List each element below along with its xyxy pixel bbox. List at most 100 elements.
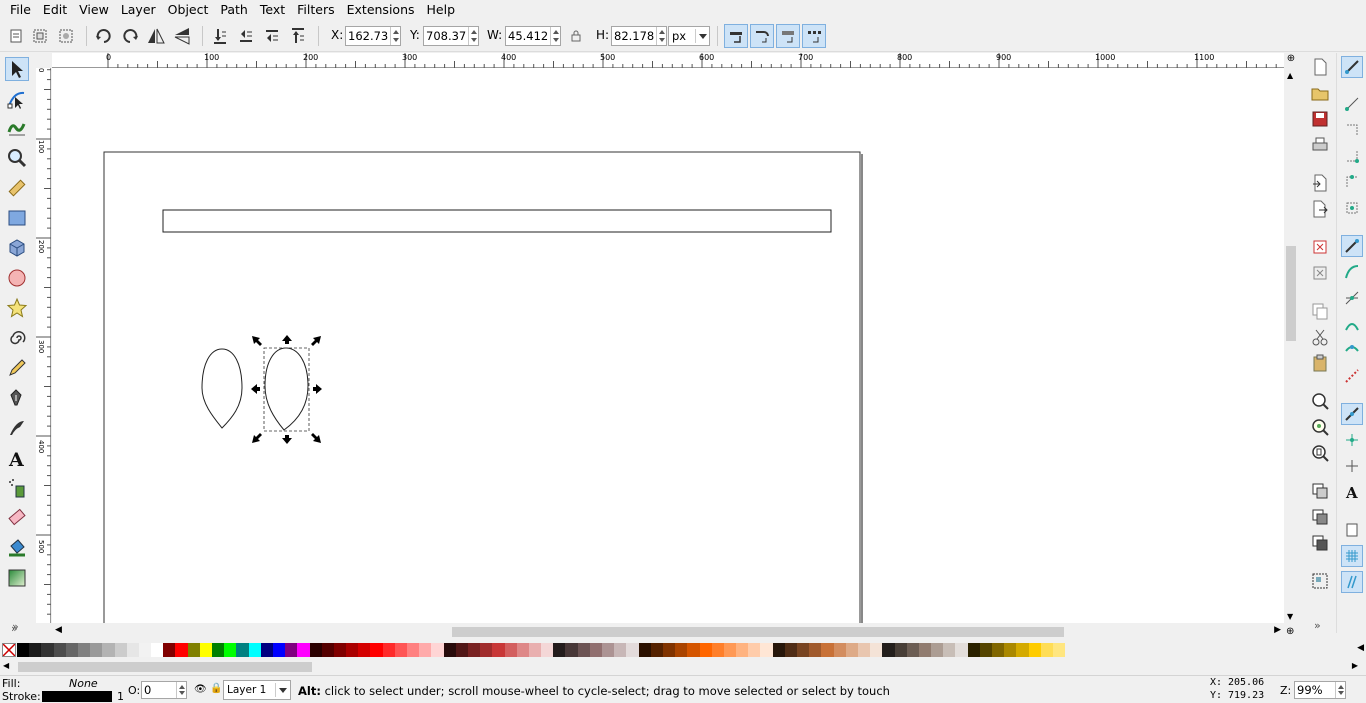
zoom-corner-icon[interactable]: ⊕ [1284, 53, 1298, 68]
deselect-button[interactable] [56, 26, 76, 46]
color-swatch[interactable] [431, 643, 444, 657]
scroll-right-icon[interactable]: ▶ [1274, 625, 1281, 635]
move-patterns-toggle[interactable] [802, 24, 826, 48]
color-swatch[interactable] [297, 643, 310, 657]
fill-value[interactable]: None [69, 677, 98, 690]
palette-scroll-right-icon[interactable]: ▶ [1352, 661, 1358, 670]
text-tool[interactable]: A [5, 446, 29, 470]
color-swatch[interactable] [1004, 643, 1017, 657]
color-swatch[interactable] [943, 643, 956, 657]
color-swatch[interactable] [346, 643, 359, 657]
color-swatch[interactable] [1016, 643, 1029, 657]
color-swatch[interactable] [553, 643, 566, 657]
color-swatch[interactable] [589, 643, 602, 657]
spiral-tool[interactable] [5, 326, 29, 350]
opacity-stepper[interactable] [176, 682, 186, 698]
lower-icon[interactable] [236, 26, 256, 46]
color-swatch[interactable] [760, 643, 773, 657]
commands-expand-icon[interactable]: » [1314, 619, 1321, 632]
color-swatch[interactable] [565, 643, 578, 657]
color-swatch[interactable] [931, 643, 944, 657]
palette-scroll-thumb[interactable] [18, 662, 312, 672]
scroll-up-icon[interactable]: ▲ [1287, 71, 1293, 80]
expand-icon[interactable]: » [12, 620, 19, 633]
color-swatch[interactable] [65, 643, 78, 657]
rectangle-tool[interactable] [5, 206, 29, 230]
color-swatch[interactable] [967, 643, 980, 657]
color-swatch[interactable] [650, 643, 663, 657]
color-swatch[interactable] [687, 643, 700, 657]
snap-page-border-icon[interactable] [1341, 519, 1363, 541]
color-swatch[interactable] [407, 643, 420, 657]
menu-help[interactable]: Help [421, 0, 462, 20]
color-swatch[interactable] [626, 643, 639, 657]
color-swatch[interactable] [845, 643, 858, 657]
3d-box-tool[interactable] [5, 236, 29, 260]
color-swatch[interactable] [1052, 643, 1066, 657]
import-icon[interactable] [1310, 173, 1330, 193]
color-swatch[interactable] [797, 643, 810, 657]
color-swatch[interactable] [528, 643, 542, 657]
y-stepper[interactable] [468, 27, 478, 45]
snap-smooth-icon[interactable] [1341, 339, 1363, 361]
color-swatch[interactable] [602, 643, 615, 657]
color-swatch[interactable] [480, 643, 493, 657]
rotate-cw-icon[interactable] [120, 26, 140, 46]
palette-scrollbar[interactable]: ◀ ▶ [0, 660, 1366, 674]
color-swatch[interactable] [212, 643, 225, 657]
gradient-tool[interactable] [5, 566, 29, 590]
snap-grid-icon[interactable] [1341, 545, 1363, 567]
stroke-width[interactable]: 1 [117, 690, 124, 703]
layer-select[interactable]: Layer 1 [223, 680, 291, 700]
lock-layer-icon[interactable]: 🔒 [210, 683, 222, 694]
color-swatch[interactable] [955, 643, 968, 657]
color-swatch[interactable] [285, 643, 298, 657]
snap-bbox-icon[interactable] [1341, 93, 1363, 115]
color-swatch[interactable] [784, 643, 797, 657]
color-swatch[interactable] [138, 643, 152, 657]
drawing-canvas[interactable] [52, 68, 1284, 623]
color-swatch[interactable] [248, 643, 261, 657]
opacity-field[interactable] [141, 681, 187, 699]
select-all-button[interactable] [6, 26, 26, 46]
color-swatch[interactable] [321, 643, 334, 657]
clone-icon[interactable] [1310, 507, 1330, 527]
color-swatch[interactable] [370, 643, 383, 657]
opacity-input[interactable] [142, 682, 176, 698]
select-all-layers-button[interactable] [30, 26, 50, 46]
snap-bbox-corners-icon[interactable] [1341, 145, 1363, 167]
horizontal-scrollbar[interactable]: ◀ ▶ [52, 624, 1284, 640]
duplicate-icon[interactable] [1310, 481, 1330, 501]
color-swatch[interactable] [894, 643, 907, 657]
snap-bbox-centers-icon[interactable] [1341, 197, 1363, 219]
vertical-scroll-thumb[interactable] [1286, 246, 1296, 341]
raise-to-top-icon[interactable] [288, 26, 308, 46]
color-swatch[interactable] [260, 643, 273, 657]
color-swatch[interactable] [918, 643, 932, 657]
menu-view[interactable]: View [73, 0, 115, 20]
measure-tool[interactable] [5, 176, 29, 200]
menu-file[interactable]: File [4, 0, 37, 20]
h-input[interactable] [612, 27, 656, 45]
h-field[interactable] [611, 26, 667, 46]
color-swatch[interactable] [224, 643, 237, 657]
color-swatch[interactable] [736, 643, 749, 657]
snap-text-baseline-icon[interactable]: A [1341, 481, 1363, 503]
flip-horizontal-icon[interactable] [146, 26, 166, 46]
snap-rotation-center-icon[interactable] [1341, 455, 1363, 477]
eraser-tool[interactable] [5, 506, 29, 530]
zoom-page-icon[interactable] [1310, 443, 1330, 463]
pen-tool[interactable] [5, 386, 29, 410]
selector-tool[interactable] [5, 57, 29, 81]
menu-edit[interactable]: Edit [37, 0, 73, 20]
snap-guides-icon[interactable] [1341, 571, 1363, 593]
color-swatch[interactable] [711, 643, 724, 657]
new-document-icon[interactable] [1310, 57, 1330, 77]
color-swatch[interactable] [90, 643, 103, 657]
vertical-scrollbar[interactable]: ▲ ▼ [1284, 68, 1298, 623]
color-swatch[interactable] [772, 643, 785, 657]
color-swatch[interactable] [504, 643, 517, 657]
unlink-clone-icon[interactable] [1310, 533, 1330, 553]
color-swatch[interactable] [675, 643, 688, 657]
menu-extensions[interactable]: Extensions [341, 0, 421, 20]
